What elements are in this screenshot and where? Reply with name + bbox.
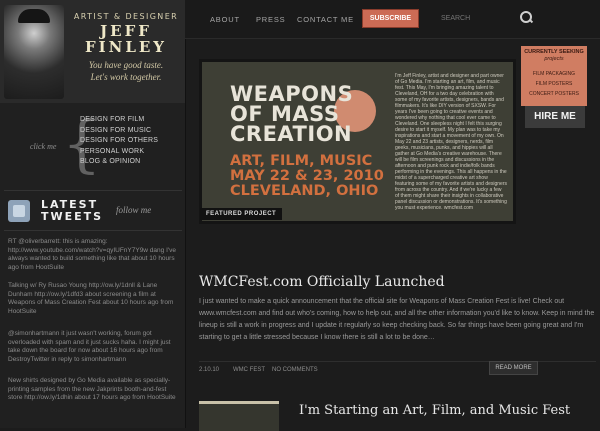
nav-press[interactable]: PRESS bbox=[256, 15, 285, 24]
hire-me-tag: CURRENTLY SEEKING projects FILM PACKAGIN… bbox=[521, 46, 587, 106]
header-logo-block[interactable]: ARTIST & DESIGNER JEFF FINLEY You have g… bbox=[0, 0, 185, 103]
site-name-line1: JEFF bbox=[100, 22, 152, 40]
poster-line1: WEAPONS bbox=[230, 82, 354, 106]
poster-line2: OF MASS bbox=[230, 102, 340, 126]
hire-me-widget: CURRENTLY SEEKING projects FILM PACKAGIN… bbox=[521, 46, 588, 134]
tweet-item: New shirts designed by Go Media availabl… bbox=[8, 377, 176, 401]
hire-me-button[interactable]: HIRE ME bbox=[525, 106, 585, 128]
latest-tweets-line2: TWEETS bbox=[41, 210, 104, 223]
hire-currently: CURRENTLY SEEKING bbox=[524, 49, 584, 55]
featured-poster: WEAPONS OF MASS CREATION ART, FILM, MUSI… bbox=[210, 70, 393, 213]
hire-projects: projects bbox=[544, 56, 564, 62]
poster-line3: CREATION bbox=[230, 122, 353, 146]
post-comments[interactable]: NO COMMENTS bbox=[272, 367, 318, 373]
tweet-item: RT @oliverbarrett: this is amazing: http… bbox=[8, 238, 176, 271]
side-nav-item-others[interactable]: DESIGN FOR OTHERS bbox=[80, 136, 158, 147]
post2-thumbnail[interactable] bbox=[199, 401, 279, 431]
sidebar-divider bbox=[4, 190, 182, 191]
tweet-item: Talking w/ Ry Rusao Young http://ow.ly/1… bbox=[8, 282, 174, 315]
tagline-1: You have good taste. bbox=[88, 60, 164, 70]
artist-label: ARTIST & DESIGNER bbox=[73, 12, 179, 21]
side-nav-item-blog[interactable]: BLOG & OPINION bbox=[80, 157, 158, 168]
side-nav: DESIGN FOR FILM DESIGN FOR MUSIC DESIGN … bbox=[80, 115, 158, 168]
side-nav-item-personal[interactable]: PERSONAL WORK bbox=[80, 147, 158, 158]
click-me-hint: click me bbox=[30, 142, 57, 151]
avatar-hat bbox=[18, 9, 50, 23]
follow-me-link[interactable]: follow me bbox=[116, 205, 151, 215]
side-nav-item-music[interactable]: DESIGN FOR MUSIC bbox=[80, 126, 158, 137]
hire-line3: CONCERT POSTERS bbox=[529, 91, 579, 97]
hire-line1: FILM PACKAGING bbox=[532, 71, 576, 77]
post2-title[interactable]: I'm Starting an Art, Film, and Music Fes… bbox=[299, 403, 570, 418]
post-title[interactable]: WMCFest.com Officially Launched bbox=[199, 274, 445, 290]
tweet-item: @simonhartmann it just wasn't working, f… bbox=[8, 330, 171, 363]
search-icon[interactable] bbox=[520, 11, 532, 23]
poster-subtitle: ART, FILM, MUSIC MAY 22 & 23, 2010 CLEVE… bbox=[230, 154, 384, 199]
hire-line2: FILM POSTERS bbox=[535, 81, 573, 87]
poster-line5: MAY 22 & 23, 2010 bbox=[230, 168, 384, 184]
search-input[interactable] bbox=[441, 11, 531, 25]
featured-description: I'm Jeff Finley, artist and designer and… bbox=[395, 73, 507, 211]
post-body: I just wanted to make a quick announceme… bbox=[199, 298, 595, 341]
featured-project-label: FEATURED PROJECT bbox=[200, 208, 283, 220]
twitter-icon bbox=[8, 200, 30, 222]
poster-line6: CLEVELAND, OHIO bbox=[230, 183, 379, 199]
nav-about[interactable]: ABOUT bbox=[210, 15, 240, 24]
poster-line4: ART, FILM, MUSIC bbox=[230, 153, 373, 169]
site-name[interactable]: JEFF FINLEY bbox=[70, 23, 182, 55]
subscribe-button[interactable]: SUBSCRIBE bbox=[362, 9, 419, 28]
side-nav-item-film[interactable]: DESIGN FOR FILM bbox=[80, 115, 158, 126]
post-date: 2.10.10 bbox=[199, 367, 220, 373]
latest-tweets-title: LATEST TWEETS bbox=[41, 199, 103, 223]
post-category[interactable]: WMC FEST bbox=[233, 367, 265, 373]
poster-title: WEAPONS OF MASS CREATION bbox=[230, 82, 354, 146]
read-more-button[interactable]: READ MORE bbox=[489, 361, 538, 375]
sidebar-divider-2 bbox=[4, 230, 182, 231]
site-name-line2: FINLEY bbox=[84, 38, 168, 56]
nav-contact[interactable]: CONTACT ME bbox=[297, 15, 354, 24]
tagline-2: Let's work together. bbox=[90, 72, 162, 82]
